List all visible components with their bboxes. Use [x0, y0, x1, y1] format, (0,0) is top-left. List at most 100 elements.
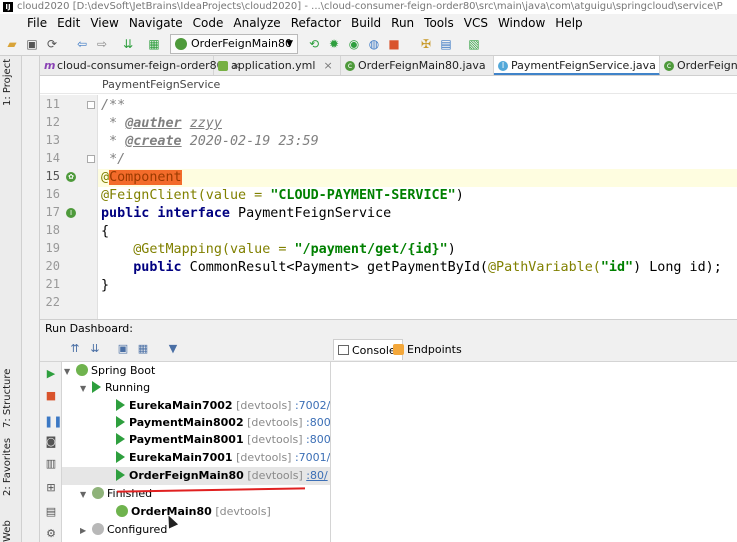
code-editor[interactable]: 11 12 13 14 15 16 17 18 19 20 21 22 ✿ I … [40, 95, 737, 319]
tool-window-project[interactable]: 1: Project [2, 59, 13, 106]
menu-help[interactable]: Help [550, 14, 587, 32]
camera-icon[interactable]: ◙ [44, 435, 58, 449]
coverage-icon[interactable]: ◉ [346, 36, 362, 52]
console-output[interactable] [331, 362, 737, 542]
code-line-13: * @create 2020-02-19 23:59 [101, 134, 319, 149]
tree-node-spring-boot[interactable]: ▼ Spring Boot [64, 362, 155, 380]
line-number: 15 [45, 169, 60, 183]
fold-marker-icon[interactable] [87, 155, 95, 163]
running-app-icon [116, 399, 125, 411]
tree-node-finished[interactable]: ▼ Finished [80, 485, 152, 503]
layout-icon[interactable]: ▤ [44, 505, 58, 519]
tab-cloud-consumer-feign-order80[interactable]: m cloud-consumer-feign-order80 × [40, 56, 241, 75]
interface-file-icon: I [498, 61, 508, 71]
sdk-manager-icon[interactable]: ▧ [466, 36, 482, 52]
menu-code[interactable]: Code [188, 14, 229, 32]
tree-node-running[interactable]: ▼ Running [80, 379, 150, 397]
tab-application-yml[interactable]: application.yml × [214, 56, 341, 75]
tree-node-eurekamain7002[interactable]: EurekaMain7002 [devtools] :7002/ [116, 397, 330, 415]
menu-bar: File Edit View Navigate Code Analyze Refactor B… [0, 14, 737, 32]
tab-endpoints[interactable]: Endpoints [389, 339, 468, 360]
sync-icon[interactable]: ⟳ [44, 36, 60, 52]
back-arrow-icon[interactable]: ⇦ [74, 36, 90, 52]
tab-paymentfeignservice-java[interactable]: IPaymentFeignService.java× [494, 56, 673, 75]
menu-analyze[interactable]: Analyze [228, 14, 285, 32]
implemented-gutter-icon[interactable]: I [66, 208, 76, 218]
chevron-down-icon[interactable]: ▼ [80, 380, 92, 398]
tab-orderfeignmain80-java[interactable]: cOrderFeignMain80.java× [341, 56, 503, 75]
tree-node-paymentmain8001[interactable]: PaymentMain8001 [devtools] :8001/ [116, 431, 330, 449]
dump-threads-icon[interactable]: ▥ [44, 457, 58, 471]
save-icon[interactable]: ▣ [24, 36, 40, 52]
build-hammer-icon[interactable]: ⇊ [120, 36, 136, 52]
console-tab-bar: Console Endpoints [331, 337, 737, 362]
breadcrumb[interactable]: PaymentFeignService [40, 76, 737, 94]
tab-orderfeign[interactable]: c OrderFeign [660, 56, 737, 75]
tool-window-structure[interactable]: 7: Structure [2, 369, 13, 428]
running-app-icon [116, 433, 125, 445]
chevron-down-icon[interactable]: ▼ [64, 363, 76, 381]
fold-marker-icon[interactable] [87, 101, 95, 109]
tool-window-favorites[interactable]: 2: Favorites [2, 438, 13, 496]
project-side-panel [22, 56, 40, 542]
menu-file[interactable]: File [0, 14, 52, 32]
debug-bug-icon[interactable]: ✹ [326, 36, 342, 52]
pause-icon[interactable]: ❚❚ [44, 415, 62, 429]
running-app-icon [116, 469, 125, 481]
tree-node-configured[interactable]: ▶ Configured [80, 521, 167, 539]
spring-boot-icon [116, 505, 128, 517]
tree-node-eurekamain7001[interactable]: EurekaMain7001 [devtools] :7001/ [116, 449, 330, 467]
menu-edit[interactable]: Edit [52, 14, 85, 32]
code-line-19: @GetMapping(value = "/payment/get/{id}") [133, 242, 456, 257]
tree-node-orderfeignmain80[interactable]: OrderFeignMain80 [devtools] :80/ ✎ [62, 467, 330, 485]
code-line-18: { [101, 224, 110, 239]
tree-node-paymentmain8002[interactable]: PaymentMain8002 [devtools] :8002/ [116, 414, 330, 432]
chevron-down-icon[interactable]: ▼ [80, 486, 92, 504]
settings-icon[interactable]: ⚙ [44, 527, 58, 541]
collapse-all-icon[interactable]: ⇊ [88, 342, 102, 356]
menu-view[interactable]: View [85, 14, 123, 32]
menu-navigate[interactable]: Navigate [124, 14, 188, 32]
menu-window[interactable]: Window [493, 14, 550, 32]
group-icon[interactable]: ⊞ [44, 481, 58, 495]
run-dashboard-header: Run Dashboard: [40, 319, 737, 337]
group-by-type-icon[interactable]: ▣ [116, 342, 130, 356]
code-line-17: public interface PaymentFeignService [101, 206, 392, 221]
running-app-icon [116, 451, 125, 463]
close-icon[interactable]: × [323, 59, 332, 72]
tool-window-web[interactable]: Web [2, 520, 13, 542]
tree-node-ordermain80[interactable]: OrderMain80 [devtools] [116, 503, 271, 521]
stop-icon[interactable]: ■ [386, 36, 402, 52]
project-structure-icon[interactable]: ✠ [418, 36, 434, 52]
menu-build[interactable]: Build [346, 14, 386, 32]
run-dashboard-toolbar: ⇈ ⇊ ▣ ▦ ▼ [40, 337, 331, 362]
line-number: 14 [45, 151, 60, 165]
menu-tools[interactable]: Tools [419, 14, 459, 32]
menu-run[interactable]: Run [386, 14, 419, 32]
endpoints-icon [393, 344, 404, 355]
class-file-icon: c [345, 61, 355, 71]
expand-all-icon[interactable]: ⇈ [68, 342, 82, 356]
filter-icon[interactable]: ▼ [166, 342, 180, 356]
forward-arrow-icon[interactable]: ⇨ [94, 36, 110, 52]
intellij-logo-icon: IJ [3, 2, 13, 12]
menu-refactor[interactable]: Refactor [286, 14, 346, 32]
group-by-status-icon[interactable]: ▦ [136, 342, 150, 356]
line-number: 20 [45, 259, 60, 273]
menu-vcs[interactable]: VCS [459, 14, 493, 32]
rerun-icon[interactable]: ⟲ [306, 36, 322, 52]
line-number: 17 [45, 205, 60, 219]
spring-bean-gutter-icon[interactable]: ✿ [66, 172, 76, 182]
line-number: 13 [45, 133, 60, 147]
settings-icon[interactable]: ▤ [438, 36, 454, 52]
build-project-icon[interactable]: ▦ [146, 36, 162, 52]
run-configuration-label: OrderFeignMain80 [191, 37, 293, 50]
chevron-right-icon[interactable]: ▶ [80, 522, 92, 540]
run-debug-icon[interactable]: ▶ [44, 367, 58, 381]
code-line-16: @FeignClient(value = "CLOUD-PAYMENT-SERV… [101, 188, 464, 203]
run-configuration-selector[interactable]: OrderFeignMain80 ▼ [170, 34, 298, 54]
profile-icon[interactable]: ◍ [366, 36, 382, 52]
open-folder-icon[interactable]: ▰ [4, 36, 20, 52]
current-line-highlight [98, 169, 737, 187]
stop-icon[interactable]: ■ [44, 389, 58, 403]
